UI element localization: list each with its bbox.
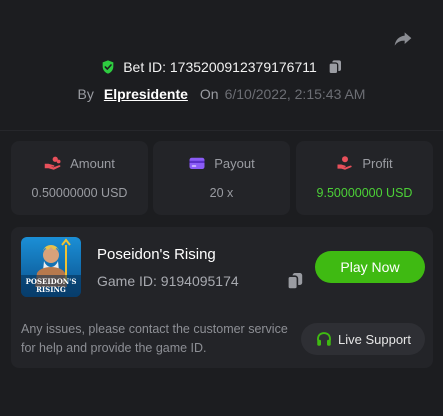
bet-id-row: Bet ID: 1735200912379176711 [0,59,443,75]
headset-icon [317,332,331,346]
bet-timestamp: 6/10/2022, 2:15:43 AM [224,86,366,102]
play-now-button[interactable]: Play Now [315,251,425,283]
game-thumbnail[interactable]: POSEIDON'S RISING [21,237,81,297]
payout-card: Payout 20 x [153,141,290,215]
card-icon [189,157,205,169]
game-name: Poseidon's Rising [97,246,216,263]
payout-title: Payout [214,155,255,171]
support-message: Any issues, please contact the customer … [21,322,288,355]
amount-title: Amount [70,155,115,171]
verified-shield-icon [102,60,114,74]
amount-value: 0.50000000 USD [31,186,128,200]
username-link[interactable]: Elpresidente [104,86,188,102]
share-icon[interactable] [393,29,413,49]
author-row: By Elpresidente On 6/10/2022, 2:15:43 AM [0,86,443,102]
thumbnail-caption: POSEIDON'S RISING [25,277,77,294]
bet-id-text: Bet ID: 1735200912379176711 [123,59,317,75]
profit-title: Profit [362,155,393,171]
live-support-label: Live Support [338,331,411,347]
coins-hand-icon [44,156,61,170]
game-card: POSEIDON'S RISING Poseidon's Rising Game… [11,227,433,368]
profit-hand-icon [337,156,352,170]
by-label: By [77,86,94,102]
live-support-button[interactable]: Live Support [301,323,425,355]
profit-value: 9.50000000 USD [316,186,413,200]
copy-bet-id-icon[interactable] [327,59,343,75]
amount-card: Amount 0.50000000 USD [11,141,148,215]
profit-card: Profit 9.50000000 USD [296,141,433,215]
payout-value: 20 x [209,186,234,200]
copy-game-id-icon[interactable] [287,272,303,290]
header-divider [0,130,443,131]
on-label: On [199,86,219,102]
game-id-text: Game ID: 9194095174 [97,273,239,289]
